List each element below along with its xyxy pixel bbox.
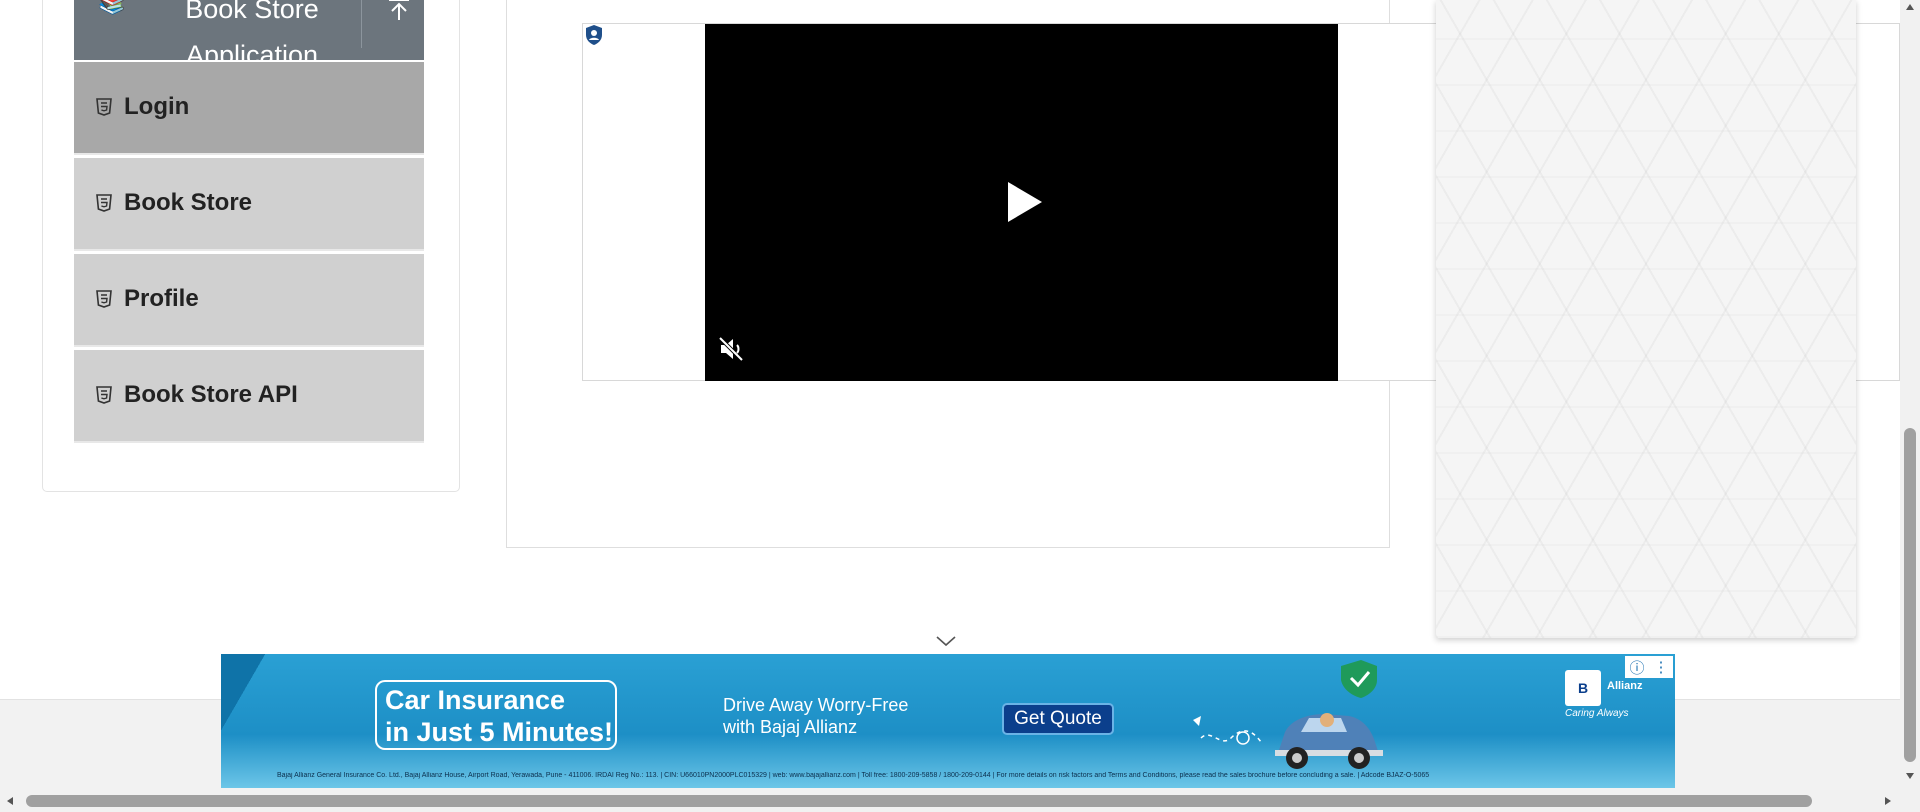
ad-choices: ⓘ ⋮	[1625, 656, 1673, 678]
shield-icon	[586, 25, 602, 45]
ad-headline: Car Insurance in Just 5 Minutes!	[385, 685, 614, 747]
play-icon[interactable]	[1006, 180, 1044, 224]
sidebar-item-book-store-api[interactable]: Book Store API	[74, 350, 424, 443]
html5-icon	[96, 290, 112, 308]
sidebar-item-label: Book Store	[124, 189, 253, 216]
side-ad-panel	[1436, 0, 1856, 638]
scroll-left-arrow-icon[interactable]	[6, 796, 14, 806]
brand-name: Allianz	[1607, 680, 1643, 692]
html5-icon	[96, 194, 112, 212]
scroll-down-arrow-icon[interactable]	[1905, 772, 1915, 780]
sidebar-item-book-store[interactable]: Book Store	[74, 158, 424, 251]
book-store-application-group-header[interactable]: 📚 Book Store Application	[74, 0, 424, 70]
chevron-down-icon[interactable]	[935, 634, 957, 648]
bajaj-logo: B	[1565, 670, 1601, 706]
sidebar-item-label: Book Store API	[124, 381, 298, 408]
get-quote-button[interactable]: Get Quote	[1002, 703, 1114, 735]
brand-tagline: Caring Always	[1565, 708, 1629, 719]
horizontal-scroll-thumb[interactable]	[26, 795, 1812, 807]
html5-icon	[96, 386, 112, 404]
ad-tagline: Drive Away Worry-Free with Bajaj Allianz	[723, 695, 909, 737]
more-vertical-icon[interactable]: ⋮	[1653, 658, 1668, 676]
sidebar-item-profile[interactable]: Profile	[74, 254, 424, 347]
sidebar-item-label: Profile	[124, 285, 199, 312]
sidebar-item-label: Login	[124, 93, 190, 120]
info-icon[interactable]: ⓘ	[1629, 657, 1644, 678]
vertical-scroll-thumb[interactable]	[1904, 428, 1916, 762]
html5-icon	[96, 98, 112, 116]
scroll-up-arrow-icon[interactable]	[1905, 3, 1915, 11]
banner-decoration	[221, 654, 291, 788]
banner-ad[interactable]: Car Insurance in Just 5 Minutes! Drive A…	[221, 654, 1675, 788]
muted-speaker-icon[interactable]	[718, 336, 746, 362]
scroll-right-arrow-icon[interactable]	[1884, 796, 1892, 806]
collapse-up-icon[interactable]	[386, 0, 412, 22]
horizontal-scrollbar[interactable]	[0, 790, 1900, 812]
sidebar-item-login[interactable]: Login	[74, 62, 424, 155]
books-icon: 📚	[98, 0, 126, 15]
vertical-scrollbar[interactable]	[1900, 0, 1920, 790]
scrollbar-corner	[1900, 790, 1920, 812]
ad-disclaimer: Bajaj Allianz General Insurance Co. Ltd.…	[277, 772, 1430, 779]
header-divider	[361, 0, 362, 48]
car-illustration	[1193, 660, 1383, 769]
